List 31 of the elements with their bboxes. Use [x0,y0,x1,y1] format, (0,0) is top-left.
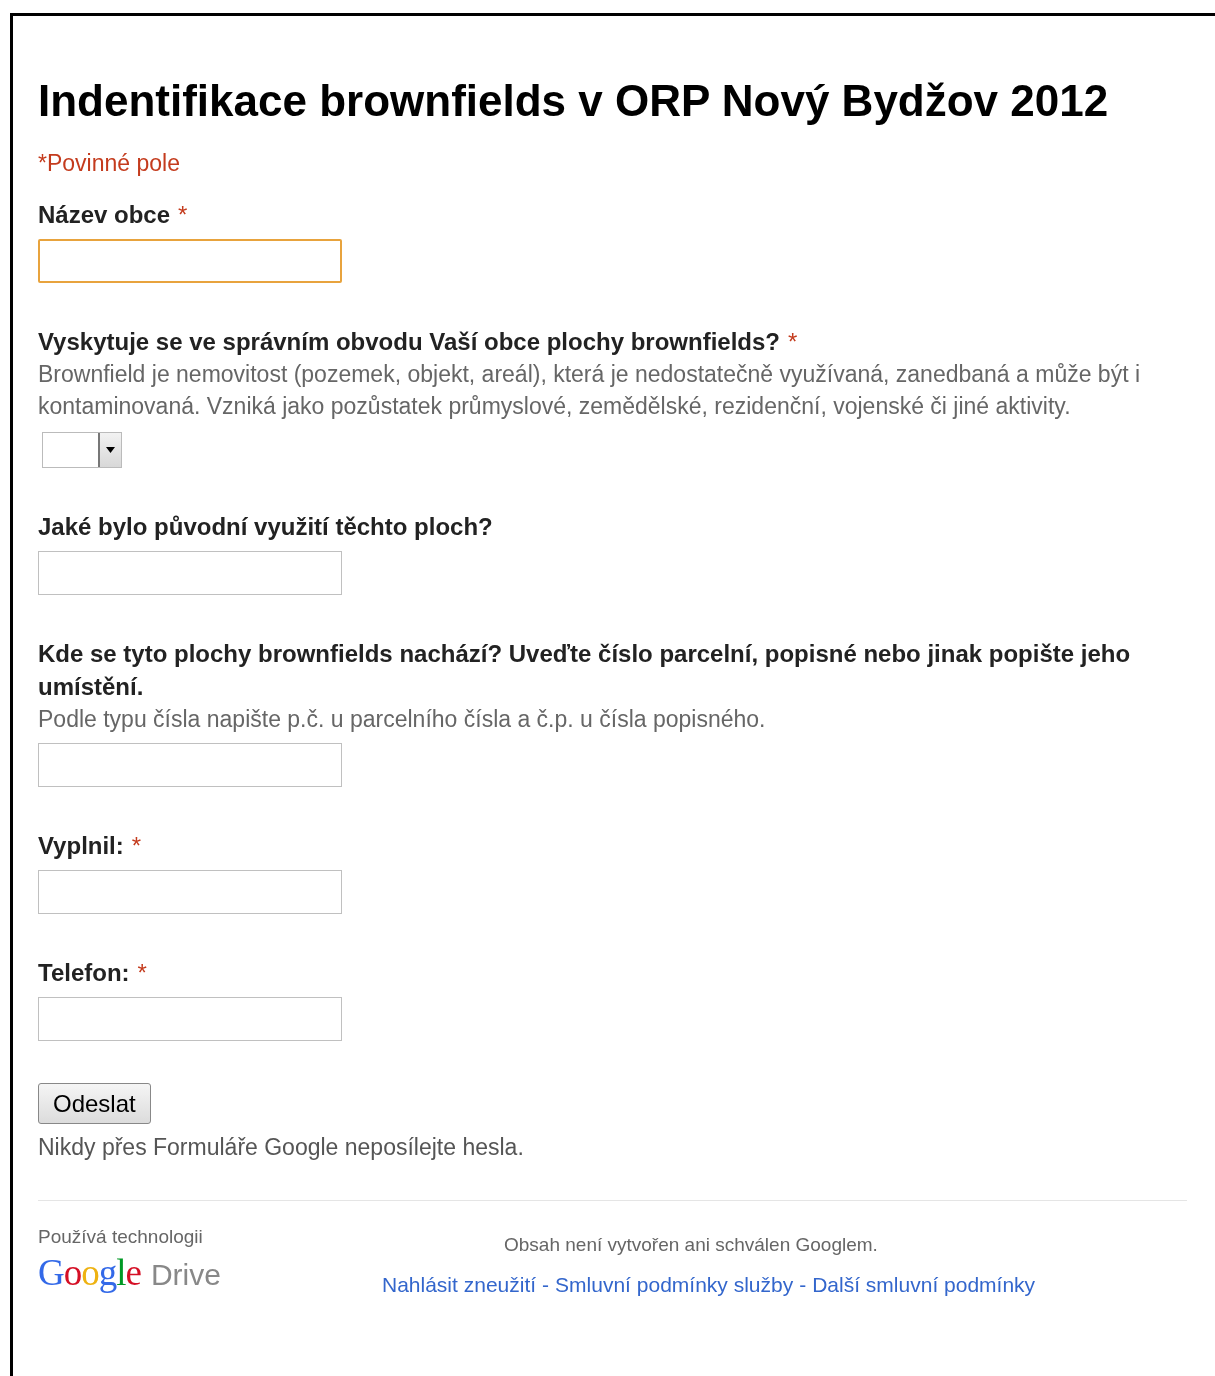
question-label: Kde se tyto plochy brownfields nachází? Uveďte číslo parcelní, popisné nebo jinak popište jeho umístění. [38,639,1132,702]
required-asterisk: * [131,831,142,861]
help-text: Podle typu čísla napište p.č. u parcelního čísla a č.p. u čísla popisného. [38,705,767,734]
dropdown[interactable] [42,432,122,468]
question-label: Vyskytuje se ve správním obvodu Vaší obce plochy brownfields? [38,327,780,357]
text-field[interactable] [38,870,342,914]
text-field[interactable] [38,551,342,595]
form-title: Indentifikace brownfields v ORP Nový Bydžov 2012 [38,75,1110,127]
text-field[interactable] [38,997,342,1041]
text-field[interactable] [38,239,342,283]
footer-link[interactable]: Nahlásit zneužití [382,1271,537,1299]
submit-button[interactable]: Odeslat [38,1083,151,1124]
required-note: *Povinné pole [38,149,180,178]
required-asterisk: * [137,958,147,988]
link-separator: - [542,1272,550,1298]
question-label: Vyplnil: [38,831,124,861]
help-text: Brownfield je nemovitost (pozemek, objekt, areál), která je nedostatečně využívaná, zanedbaná a může být i kontaminovaná. Vzniká jako pozůstatek průmyslové, zemědělské, rezidenční, vojenské či jiné aktivity. [38,360,1142,421]
disclaimer-text: Obsah není vytvořen ani schválen Googlem. [504,1233,878,1257]
text-field[interactable] [38,743,342,787]
footer-link[interactable]: Další smluvní podmínky [812,1271,1036,1299]
required-asterisk: * [178,200,188,230]
google-drive-logo[interactable]: Google Drive [38,1253,221,1295]
footer-link[interactable]: Smluvní podmínky služby [555,1271,794,1299]
caret-icon [106,447,115,453]
question-label: Telefon: [38,958,130,988]
question-label: Název obce [38,200,171,230]
link-separator: - [799,1272,807,1298]
question-label: Jaké bylo původní využití těchto ploch? [38,512,493,542]
powered-by-text: Používá technologii [38,1225,203,1249]
password-warning: Nikdy přes Formuláře Google neposílejte hesla. [38,1133,524,1162]
required-asterisk: * [788,327,798,357]
